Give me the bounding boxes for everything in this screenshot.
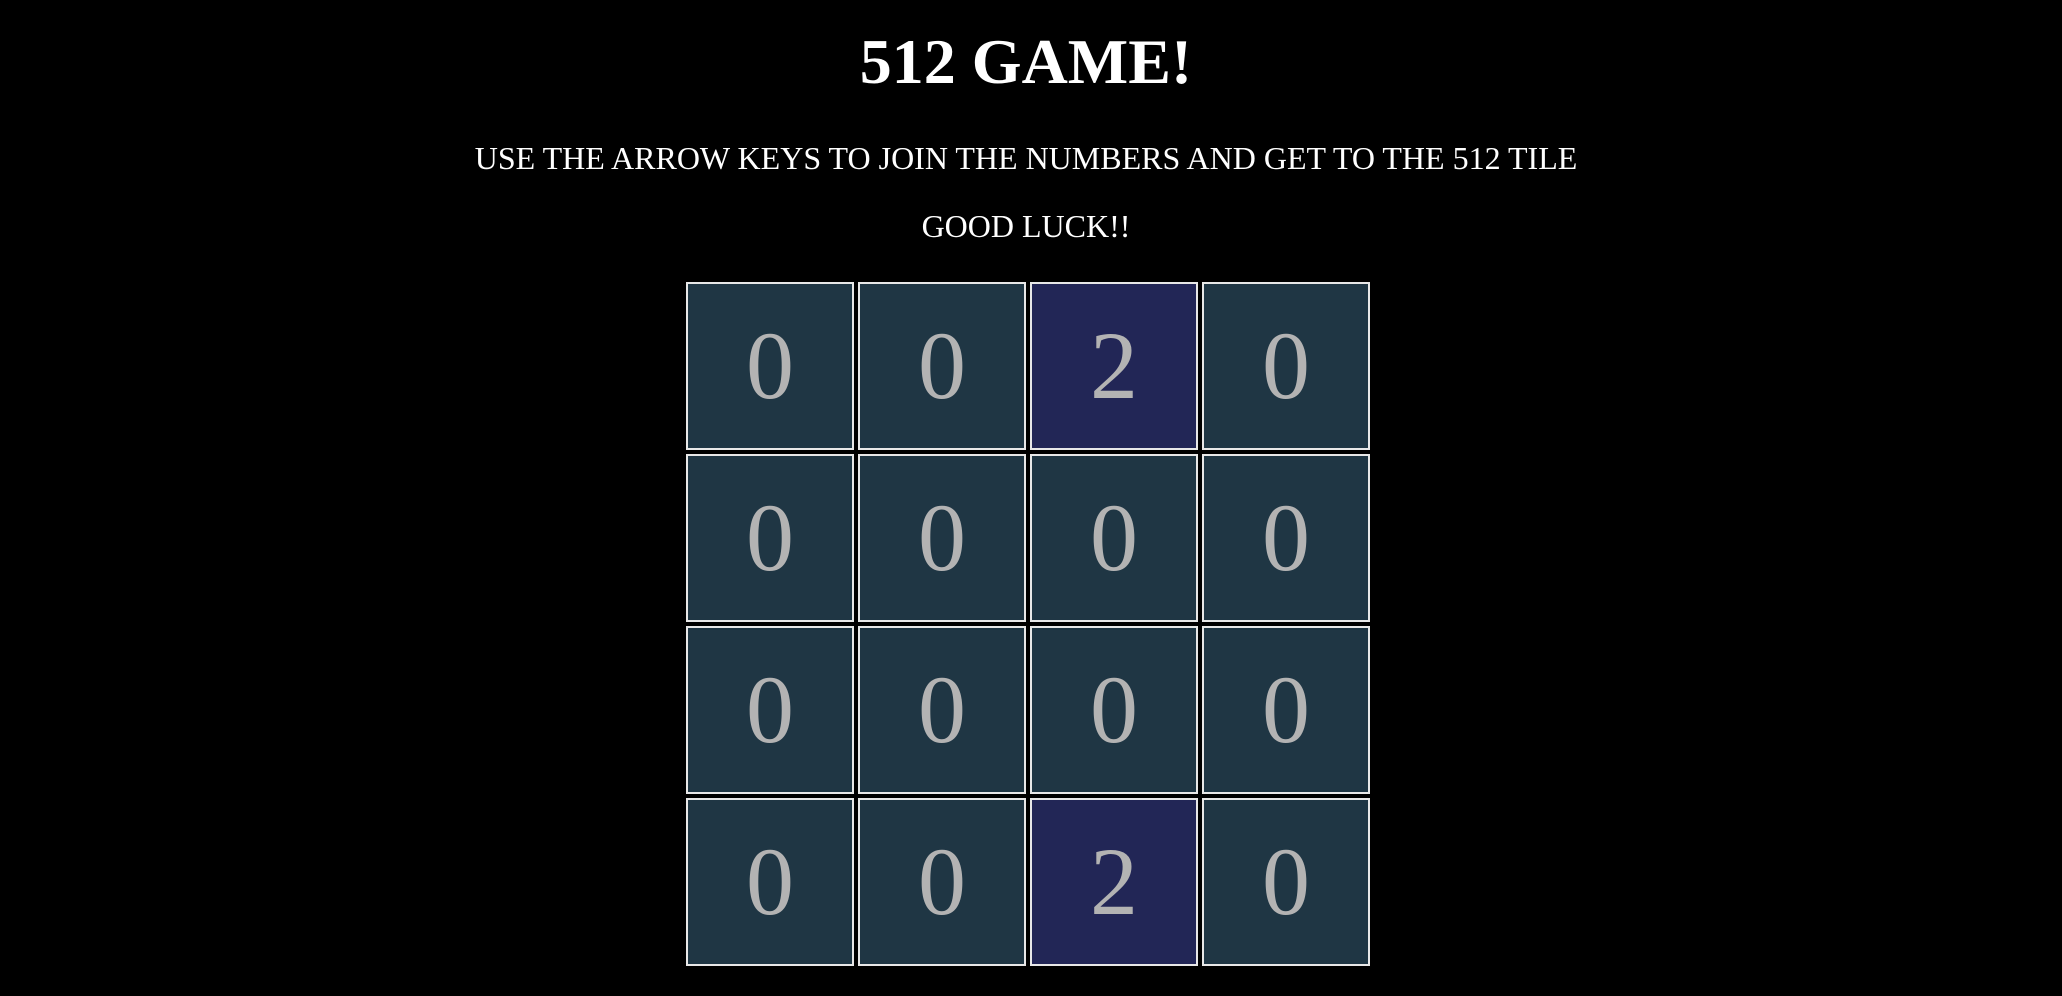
game-page: 512 GAME! USE THE ARROW KEYS TO JOIN THE… [0, 0, 2062, 996]
tile: 0 [686, 454, 854, 622]
tile: 0 [1202, 282, 1370, 450]
tile: 0 [686, 626, 854, 794]
tile: 0 [686, 798, 854, 966]
tile: 0 [1202, 798, 1370, 966]
tile: 0 [1202, 626, 1370, 794]
tile: 0 [1202, 454, 1370, 622]
tile: 0 [686, 282, 854, 450]
instructions-text: USE THE ARROW KEYS TO JOIN THE NUMBERS A… [474, 140, 1578, 176]
tile: 0 [1030, 626, 1198, 794]
tile: 0 [858, 798, 1026, 966]
page-title: 512 GAME! [859, 26, 1193, 97]
tile: 2 [1030, 282, 1198, 450]
game-board[interactable]: 0 0 2 0 0 0 0 0 0 0 0 0 0 0 2 0 [686, 282, 1372, 966]
tile: 2 [1030, 798, 1198, 966]
tile: 0 [858, 454, 1026, 622]
tile: 0 [1030, 454, 1198, 622]
tile: 0 [858, 626, 1026, 794]
tile: 0 [858, 282, 1026, 450]
good-luck-text: GOOD LUCK!! [921, 208, 1131, 244]
